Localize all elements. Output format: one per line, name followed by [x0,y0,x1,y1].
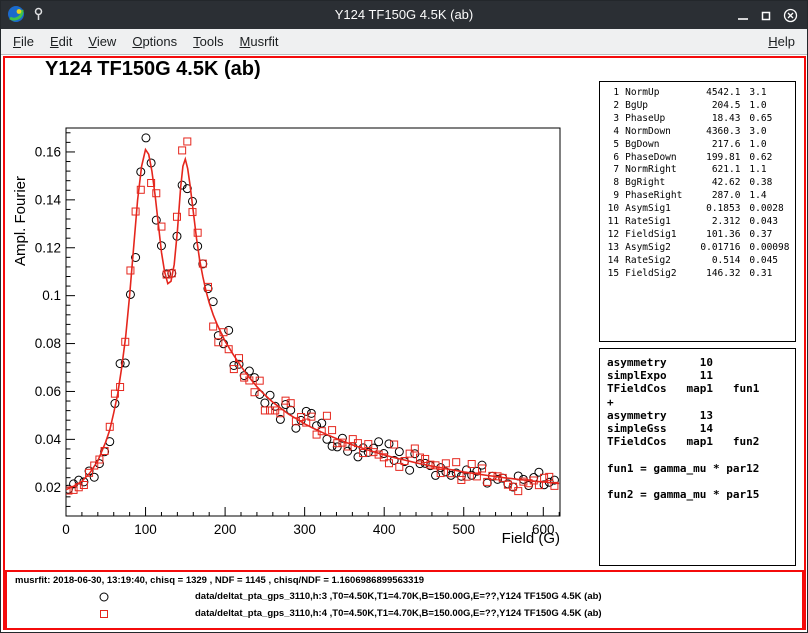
svg-text:200: 200 [214,522,237,537]
menu-tools[interactable]: Tools [185,30,231,53]
theory-line: asymmetry 10 [607,356,789,369]
param-row: 14RateSig20.5140.045 [604,255,791,268]
theory-box: asymmetry 10simplExpo 11TFieldCos map1 f… [599,348,796,566]
param-row: 11RateSig12.3120.043 [604,216,791,229]
param-row: 5BgDown217.61.0 [604,139,791,152]
theory-line: TFieldCos map1 fun1 [607,382,789,395]
menu-items: FileEditViewOptionsToolsMusrfit [5,30,287,53]
footer-pad: musrfit: 2018-06-30, 13:19:40, chisq = 1… [5,570,804,630]
legend-label: data/deltat_pta_gps_3110,h:3 ,T0=4.50K,T… [195,591,602,602]
app-window: Y124 TF150G 4.5K (ab) FileEditViewOption… [0,0,808,633]
param-row: 1NormUp4542.13.1 [604,87,791,100]
y-axis-label: Ampl. Fourier [12,176,29,266]
theory-line: fun2 = gamma_mu * par15 [607,488,789,501]
param-row: 13AsymSig20.017160.00098 [604,242,791,255]
series-square [65,117,558,495]
menu-file[interactable]: File [5,30,42,53]
theory-line [607,448,789,461]
root-canvas[interactable]: Y124 TF150G 4.5K (ab) 010020030040050060… [1,55,808,633]
svg-text:0.06: 0.06 [35,384,61,399]
legend-row: data/deltat_pta_gps_3110,h:3 ,T0=4.50K,T… [7,588,802,605]
param-row: 3PhaseUp18.430.65 [604,113,791,126]
theory-line: fun1 = gamma_mu * par12 [607,462,789,475]
x-axis-label: Field (G) [502,530,560,547]
param-rows: 1NormUp4542.13.12BgUp204.51.03PhaseUp18.… [604,87,791,281]
menu-options[interactable]: Options [124,30,185,53]
fit-curve [66,150,559,490]
theory-line [607,475,789,488]
param-row: 9PhaseRight287.01.4 [604,190,791,203]
title-bar[interactable]: Y124 TF150G 4.5K (ab) [1,1,807,29]
legend: data/deltat_pta_gps_3110,h:3 ,T0=4.50K,T… [7,588,802,622]
param-row: 6PhaseDown199.810.62 [604,152,791,165]
theory-line: simplExpo 11 [607,369,789,382]
svg-text:300: 300 [293,522,316,537]
window-title: Y124 TF150G 4.5K (ab) [1,7,807,22]
svg-text:0.14: 0.14 [35,192,62,207]
param-row: 4NormDown4360.33.0 [604,126,791,139]
close-button[interactable] [783,8,798,23]
svg-text:0.1: 0.1 [42,288,61,303]
theory-line: TFieldCos map1 fun2 [607,435,789,448]
param-row: 8BgRight42.620.38 [604,177,791,190]
parameter-box: 1NormUp4542.13.12BgUp204.51.03PhaseUp18.… [599,81,796,342]
svg-text:0: 0 [62,522,70,537]
param-row: 15FieldSig2146.320.31 [604,268,791,281]
svg-text:500: 500 [452,522,475,537]
square-marker-icon [97,607,111,621]
minimize-button[interactable] [737,10,749,22]
svg-text:400: 400 [373,522,396,537]
maximize-button[interactable] [760,10,772,22]
menu-view[interactable]: View [80,30,124,53]
svg-text:0.02: 0.02 [35,480,61,495]
param-row: 2BgUp204.51.0 [604,100,791,113]
theory-line: + [607,396,789,409]
svg-text:0.04: 0.04 [35,432,62,447]
svg-text:0.12: 0.12 [35,240,61,255]
theory-line: simpleGss 14 [607,422,789,435]
fit-info: musrfit: 2018-06-30, 13:19:40, chisq = 1… [15,575,424,586]
menu-edit[interactable]: Edit [42,30,80,53]
param-row: 12FieldSig1101.360.37 [604,229,791,242]
legend-row: data/deltat_pta_gps_3110,h:4 ,T0=4.50K,T… [7,605,802,622]
theory-line: asymmetry 13 [607,409,789,422]
param-row: 10AsymSig10.18530.0028 [604,203,791,216]
menu-musrfit[interactable]: Musrfit [232,30,287,53]
legend-label: data/deltat_pta_gps_3110,h:4 ,T0=4.50K,T… [195,608,602,619]
param-row: 7NormRight621.11.1 [604,164,791,177]
plot-title: Y124 TF150G 4.5K (ab) [45,58,261,81]
svg-text:0.16: 0.16 [35,144,61,159]
menu-help[interactable]: Help [760,30,803,53]
svg-text:100: 100 [134,522,157,537]
menu-bar: FileEditViewOptionsToolsMusrfit Help [1,29,807,55]
circle-marker-icon [97,590,111,604]
plot-area[interactable]: 01002003004005006000.020.040.060.080.10.… [9,93,599,571]
svg-text:0.08: 0.08 [35,336,61,351]
